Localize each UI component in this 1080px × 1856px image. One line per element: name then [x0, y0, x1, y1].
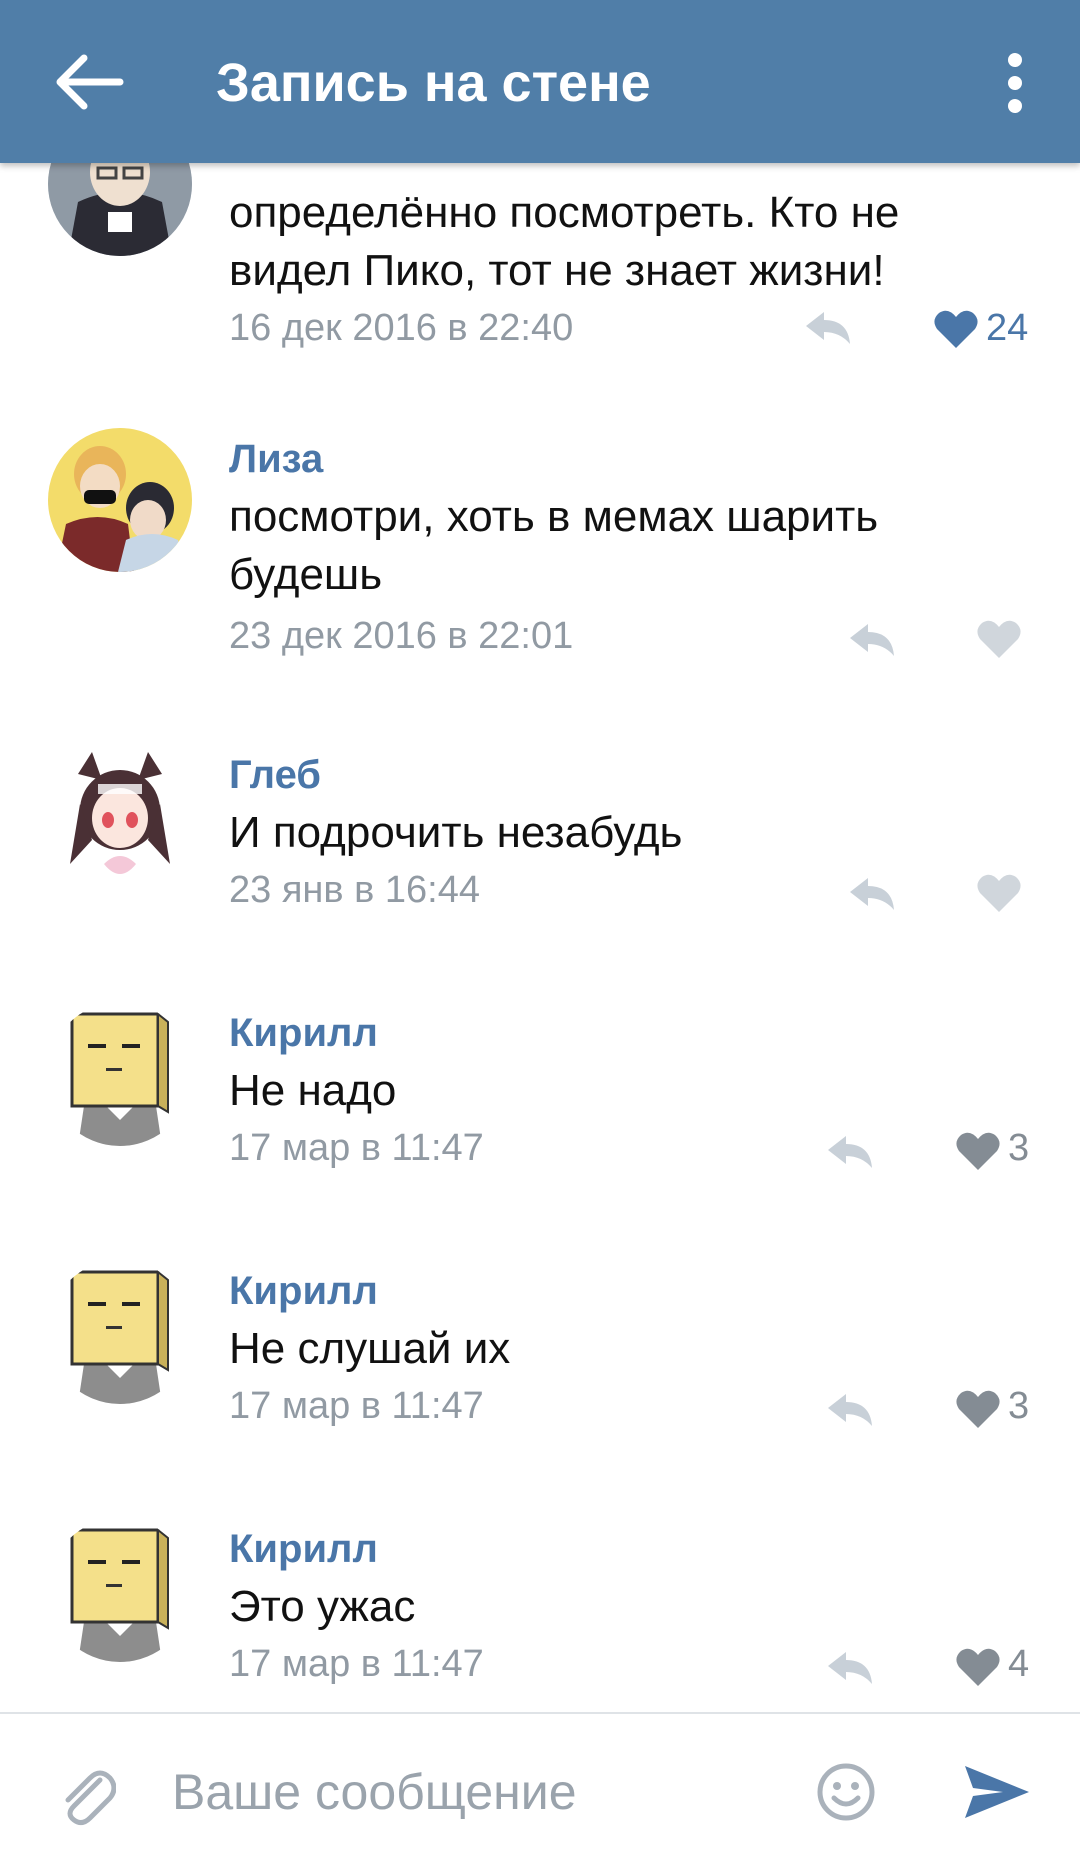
like-count: 4 [1008, 1643, 1030, 1685]
send-icon[interactable] [963, 1762, 1031, 1822]
comment-author[interactable]: Лиза [229, 434, 323, 484]
page-title: Запись на стене [216, 53, 651, 113]
comment-time: 17 мар в 11:47 [229, 1127, 484, 1169]
comment-time: 23 янв в 16:44 [229, 869, 480, 911]
heart-icon[interactable] [976, 618, 1022, 660]
message-composer: Ваше сообщение [0, 1712, 1080, 1856]
reply-arrow-icon[interactable] [826, 1648, 874, 1688]
avatar[interactable] [48, 1260, 192, 1404]
reply-arrow-icon[interactable] [848, 620, 896, 660]
app-bar: Запись на стене [0, 0, 1080, 163]
smile-icon[interactable] [816, 1762, 876, 1822]
comment-text: определённо посмотреть. Кто не [229, 188, 900, 237]
comment-feed[interactable]: определённо посмотреть. Кто не видел Пик… [0, 0, 1080, 1712]
heart-icon[interactable] [955, 1388, 1001, 1430]
avatar[interactable] [48, 1002, 192, 1146]
comment-time: 17 мар в 11:47 [229, 1643, 484, 1685]
like-count: 24 [986, 307, 1029, 349]
comment-time: 17 мар в 11:47 [229, 1385, 484, 1427]
comment-text: И подрочить незабудь [229, 808, 683, 857]
arrow-left-icon[interactable] [52, 44, 128, 120]
reply-arrow-icon[interactable] [848, 874, 896, 914]
paperclip-icon[interactable] [56, 1760, 116, 1826]
avatar[interactable] [48, 1518, 192, 1662]
comment-text: будешь [229, 550, 383, 599]
comment-author[interactable]: Кирилл [229, 1008, 378, 1058]
comment-text: Не слушай их [229, 1324, 511, 1373]
avatar[interactable] [48, 744, 192, 888]
comment-author[interactable]: Кирилл [229, 1524, 378, 1574]
comment-text: Это ужас [229, 1582, 416, 1631]
comment-text: Не надо [229, 1066, 397, 1115]
comment-author[interactable]: Кирилл [229, 1266, 378, 1316]
message-input[interactable]: Ваше сообщение [172, 1762, 577, 1822]
comment-item: Кирилл Не слушай их 17 мар в 11:47 3 [0, 1222, 1080, 1482]
heart-icon[interactable] [933, 308, 979, 350]
comment-author[interactable]: Глеб [229, 750, 321, 800]
comment-text: видел Пико, тот не знает жизни! [229, 246, 885, 295]
comment-item: Кирилл Не надо 17 мар в 11:47 3 [0, 964, 1080, 1224]
heart-icon[interactable] [976, 872, 1022, 914]
heart-icon[interactable] [955, 1646, 1001, 1688]
comment-item: Кирилл Это ужас 17 мар в 11:47 4 [0, 1480, 1080, 1712]
reply-arrow-icon[interactable] [826, 1132, 874, 1172]
comment-text: посмотри, хоть в мемах шарить [229, 492, 879, 541]
reply-arrow-icon[interactable] [804, 308, 852, 348]
comment-time: 16 дек 2016 в 22:40 [229, 307, 574, 349]
heart-icon[interactable] [955, 1130, 1001, 1172]
comment-item: Глеб И подрочить незабудь 23 янв в 16:44 [0, 706, 1080, 966]
reply-arrow-icon[interactable] [826, 1390, 874, 1430]
comment-time: 23 дек 2016 в 22:01 [229, 615, 574, 657]
like-count: 3 [1008, 1127, 1030, 1169]
like-count: 3 [1008, 1385, 1030, 1427]
comment-item: Лиза посмотри, хоть в мемах шарить будеш… [0, 392, 1080, 708]
avatar[interactable] [48, 428, 192, 572]
more-vertical-icon[interactable] [990, 52, 1040, 114]
